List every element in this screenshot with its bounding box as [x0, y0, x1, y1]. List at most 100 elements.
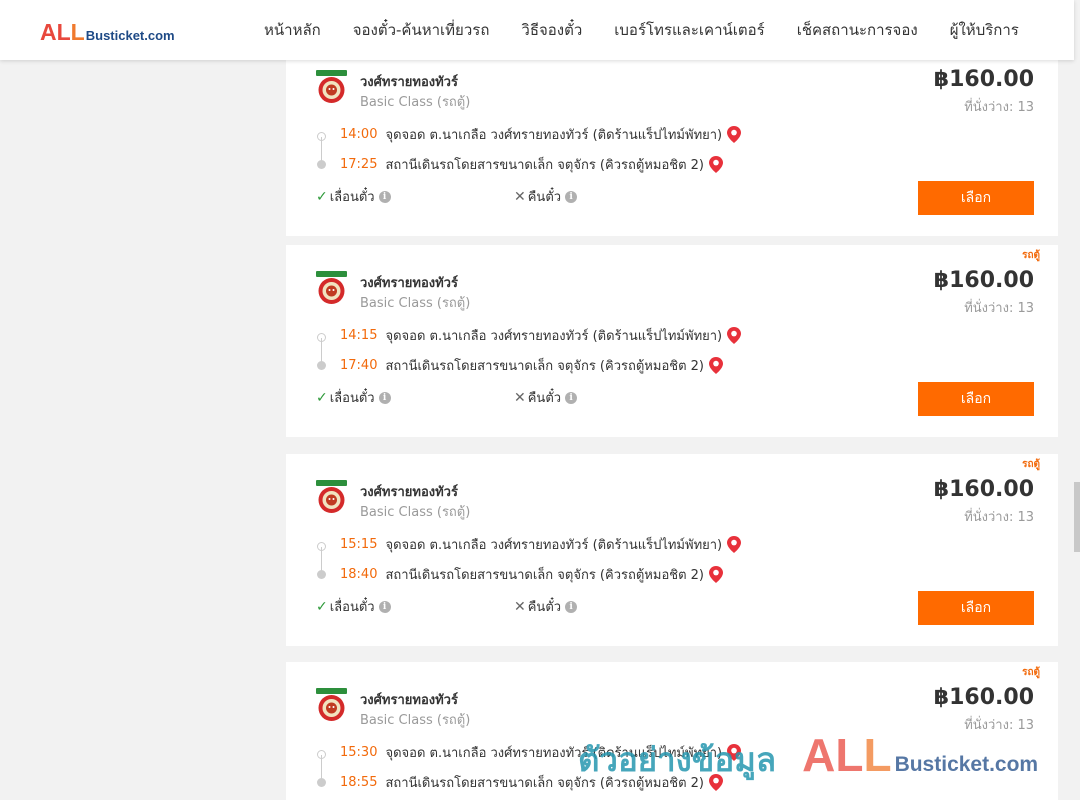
operator-name: วงศ์ทรายทองทัวร์ — [360, 75, 458, 90]
nav-operators[interactable]: ผู้ให้บริการ — [934, 18, 1035, 42]
trip-price: ฿160.00 — [933, 477, 1034, 502]
scrollbar-thumb[interactable] — [1074, 482, 1080, 552]
service-class: Basic Class (รถตู้) — [360, 296, 471, 311]
refund-ticket-policy: ✕ คืนตั๋ว i — [514, 387, 578, 408]
change-ticket-policy: ✓ เลื่อนตั๋ว i — [316, 186, 391, 207]
departure-time: 15:15 — [340, 537, 378, 552]
logo-all-text: ALL — [40, 19, 85, 45]
refund-ticket-label: คืนตั๋ว — [527, 600, 562, 615]
operator-name: วงศ์ทรายทองทัวร์ — [360, 276, 458, 291]
departure-place: จุดจอด ต.นาเกลือ วงศ์ทรายทองทัวร์ (ติดร้… — [385, 329, 723, 344]
cross-icon: ✕ — [514, 598, 526, 615]
select-trip-button[interactable]: เลือก — [918, 591, 1034, 625]
logo-domain-text: Busticket.com — [85, 28, 175, 43]
map-pin-icon[interactable] — [709, 566, 723, 583]
seats-available: ที่นั่งว่าง: 13 — [964, 100, 1034, 115]
operator-name: วงศ์ทรายทองทัวร์ — [360, 485, 458, 500]
arrival-stop: 18:40 สถานีเดินรถโดยสารขนาดเล็ก จตุจักร … — [340, 564, 723, 585]
select-trip-button[interactable]: เลือก — [918, 181, 1034, 215]
main-nav: หน้าหลัก จองตั๋ว-ค้นหาเที่ยวรถ วิธีจองตั… — [248, 0, 1035, 60]
route-line — [321, 547, 322, 571]
vehicle-type-badge: รถตู้ — [1022, 459, 1040, 470]
cross-icon: ✕ — [514, 188, 526, 205]
arrival-time: 18:55 — [340, 775, 378, 790]
arrival-stop: 18:55 สถานีเดินรถโดยสารขนาดเล็ก จตุจักร … — [340, 772, 723, 793]
map-pin-icon[interactable] — [709, 156, 723, 173]
info-icon[interactable]: i — [565, 190, 578, 203]
arrival-stop: 17:25 สถานีเดินรถโดยสารขนาดเล็ก จตุจักร … — [340, 154, 723, 175]
change-ticket-policy: ✓ เลื่อนตั๋ว i — [316, 387, 391, 408]
operator-name: วงศ์ทรายทองทัวร์ — [360, 693, 458, 708]
service-class: Basic Class (รถตู้) — [360, 505, 471, 520]
trip-card: วงศ์ทรายทองทัวร์ Basic Class (รถตู้) ฿16… — [286, 44, 1058, 236]
site-logo[interactable]: ALL Busticket.com — [40, 19, 175, 46]
change-ticket-label: เลื่อนตั๋ว — [329, 391, 375, 406]
page-scrollbar[interactable] — [1074, 0, 1080, 800]
info-icon[interactable]: i — [378, 600, 391, 613]
arrival-dot — [317, 361, 326, 370]
info-icon[interactable]: i — [378, 391, 391, 404]
info-icon[interactable]: i — [565, 391, 578, 404]
refund-ticket-label: คืนตั๋ว — [527, 391, 562, 406]
map-pin-icon[interactable] — [727, 744, 742, 761]
check-icon: ✓ — [316, 188, 328, 205]
operator-logo-icon — [313, 69, 350, 106]
map-pin-icon[interactable] — [727, 126, 742, 143]
refund-ticket-policy: ✕ คืนตั๋ว i — [514, 596, 578, 617]
trip-card: รถตู้ วงศ์ทรายทองทัวร์ Basic Class (รถตู… — [286, 662, 1058, 800]
operator-logo-icon — [313, 479, 350, 516]
departure-time: 15:30 — [340, 745, 378, 760]
departure-stop: 14:15 จุดจอด ต.นาเกลือ วงศ์ทรายทองทัวร์ … — [340, 325, 742, 346]
trip-price: ฿160.00 — [933, 268, 1034, 293]
trip-price: ฿160.00 — [933, 685, 1034, 710]
vehicle-type-badge: รถตู้ — [1022, 250, 1040, 261]
info-icon[interactable]: i — [565, 600, 578, 613]
route-line — [321, 338, 322, 362]
info-icon[interactable]: i — [378, 190, 391, 203]
departure-stop: 14:00 จุดจอด ต.นาเกลือ วงศ์ทรายทองทัวร์ … — [340, 124, 742, 145]
site-header: ALL Busticket.com หน้าหลัก จองตั๋ว-ค้นหา… — [0, 0, 1074, 60]
check-icon: ✓ — [316, 598, 328, 615]
change-ticket-label: เลื่อนตั๋ว — [329, 190, 375, 205]
arrival-dot — [317, 570, 326, 579]
service-class: Basic Class (รถตู้) — [360, 713, 471, 728]
route-line — [321, 755, 322, 779]
arrival-place: สถานีเดินรถโดยสารขนาดเล็ก จตุจักร (คิวรถ… — [385, 776, 704, 791]
service-class: Basic Class (รถตู้) — [360, 95, 471, 110]
change-ticket-label: เลื่อนตั๋ว — [329, 600, 375, 615]
map-pin-icon[interactable] — [727, 536, 742, 553]
select-trip-button[interactable]: เลือก — [918, 382, 1034, 416]
nav-contact-counters[interactable]: เบอร์โทรและเคาน์เตอร์ — [598, 18, 780, 42]
arrival-dot — [317, 778, 326, 787]
arrival-stop: 17:40 สถานีเดินรถโดยสารขนาดเล็ก จตุจักร … — [340, 355, 723, 376]
departure-time: 14:00 — [340, 127, 378, 142]
trip-card: รถตู้ วงศ์ทรายทองทัวร์ Basic Class (รถตู… — [286, 245, 1058, 437]
change-ticket-policy: ✓ เลื่อนตั๋ว i — [316, 596, 391, 617]
seats-available: ที่นั่งว่าง: 13 — [964, 510, 1034, 525]
seats-available: ที่นั่งว่าง: 13 — [964, 301, 1034, 316]
departure-place: จุดจอด ต.นาเกลือ วงศ์ทรายทองทัวร์ (ติดร้… — [385, 746, 723, 761]
map-pin-icon[interactable] — [709, 774, 723, 791]
departure-place: จุดจอด ต.นาเกลือ วงศ์ทรายทองทัวร์ (ติดร้… — [385, 538, 723, 553]
arrival-time: 17:40 — [340, 358, 378, 373]
seats-available: ที่นั่งว่าง: 13 — [964, 718, 1034, 733]
route-line — [321, 137, 322, 161]
nav-check-booking[interactable]: เช็คสถานะการจอง — [781, 18, 934, 42]
map-pin-icon[interactable] — [727, 327, 742, 344]
arrival-place: สถานีเดินรถโดยสารขนาดเล็ก จตุจักร (คิวรถ… — [385, 359, 704, 374]
arrival-place: สถานีเดินรถโดยสารขนาดเล็ก จตุจักร (คิวรถ… — [385, 568, 704, 583]
map-pin-icon[interactable] — [709, 357, 723, 374]
check-icon: ✓ — [316, 389, 328, 406]
cross-icon: ✕ — [514, 389, 526, 406]
operator-logo-icon — [313, 270, 350, 307]
departure-stop: 15:30 จุดจอด ต.นาเกลือ วงศ์ทรายทองทัวร์ … — [340, 742, 742, 763]
arrival-dot — [317, 160, 326, 169]
trip-price: ฿160.00 — [933, 67, 1034, 92]
operator-logo-icon — [313, 687, 350, 724]
trip-card: รถตู้ วงศ์ทรายทองทัวร์ Basic Class (รถตู… — [286, 454, 1058, 646]
nav-how-to-book[interactable]: วิธีจองตั๋ว — [505, 18, 598, 42]
departure-place: จุดจอด ต.นาเกลือ วงศ์ทรายทองทัวร์ (ติดร้… — [385, 128, 723, 143]
refund-ticket-label: คืนตั๋ว — [527, 190, 562, 205]
nav-book-search[interactable]: จองตั๋ว-ค้นหาเที่ยวรถ — [337, 18, 506, 42]
nav-home[interactable]: หน้าหลัก — [248, 18, 337, 42]
